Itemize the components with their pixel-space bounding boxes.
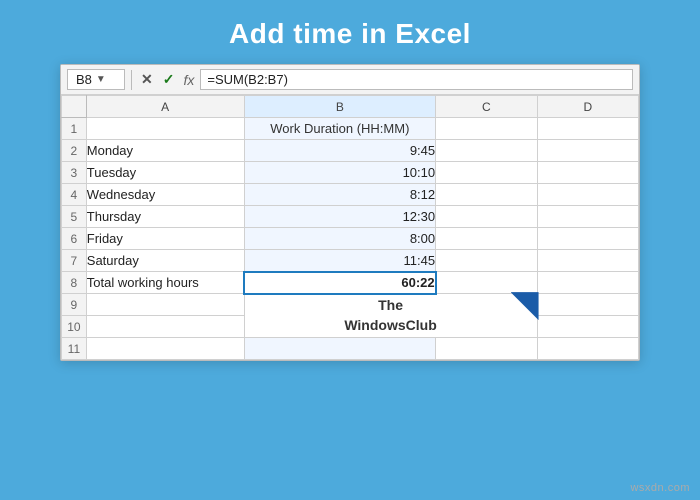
cell-ref-label: B8 <box>76 72 92 87</box>
column-header-row: A B C D <box>62 96 639 118</box>
row-num-4: 4 <box>62 184 87 206</box>
cell-a2[interactable]: Monday <box>86 140 244 162</box>
cell-b2[interactable]: 9:45 <box>244 140 436 162</box>
cell-b4[interactable]: 8:12 <box>244 184 436 206</box>
table-row: 1 Work Duration (HH:MM) <box>62 118 639 140</box>
table-row: 9 The WindowsClub <box>62 294 639 316</box>
cell-b11[interactable] <box>244 338 436 360</box>
col-header-b[interactable]: B <box>244 96 436 118</box>
cell-c7[interactable] <box>436 250 537 272</box>
cell-d3[interactable] <box>537 162 638 184</box>
row-num-5: 5 <box>62 206 87 228</box>
cell-b3[interactable]: 10:10 <box>244 162 436 184</box>
cell-d7[interactable] <box>537 250 638 272</box>
row-num-2: 2 <box>62 140 87 162</box>
table-row: 8 Total working hours 60:22 <box>62 272 639 294</box>
confirm-formula-button[interactable]: ✓ <box>160 71 178 88</box>
cell-b7[interactable]: 11:45 <box>244 250 436 272</box>
cell-a8[interactable]: Total working hours <box>86 272 244 294</box>
row-num-9: 9 <box>62 294 87 316</box>
cancel-formula-button[interactable]: ✕ <box>138 71 156 88</box>
row-num-10: 10 <box>62 316 87 338</box>
watermark-url: wsxdn.com <box>630 482 690 494</box>
formula-bar: B8 ▼ ✕ ✓ fx <box>61 65 639 95</box>
formula-bar-divider <box>131 70 132 90</box>
cell-a9[interactable] <box>86 294 244 316</box>
windowsclub-logo-icon <box>511 292 539 320</box>
cell-c11[interactable] <box>436 338 537 360</box>
row-num-6: 6 <box>62 228 87 250</box>
table-row: 5 Thursday 12:30 <box>62 206 639 228</box>
cell-c1[interactable] <box>436 118 537 140</box>
cell-a1[interactable] <box>86 118 244 140</box>
watermark-line1: The <box>378 296 403 316</box>
table-row: 11 <box>62 338 639 360</box>
watermark: The WindowsClub <box>245 296 537 335</box>
cell-a6[interactable]: Friday <box>86 228 244 250</box>
cell-d2[interactable] <box>537 140 638 162</box>
cell-ref-dropdown-arrow[interactable]: ▼ <box>96 74 106 85</box>
table-row: 3 Tuesday 10:10 <box>62 162 639 184</box>
cell-a5[interactable]: Thursday <box>86 206 244 228</box>
cell-c5[interactable] <box>436 206 537 228</box>
cell-c8[interactable] <box>436 272 537 294</box>
watermark-cell: The WindowsClub <box>244 294 537 338</box>
row-num-1: 1 <box>62 118 87 140</box>
row-num-3: 3 <box>62 162 87 184</box>
cell-a10[interactable] <box>86 316 244 338</box>
col-header-d[interactable]: D <box>537 96 638 118</box>
cell-b6[interactable]: 8:00 <box>244 228 436 250</box>
row-num-8: 8 <box>62 272 87 294</box>
cell-d6[interactable] <box>537 228 638 250</box>
formula-input[interactable] <box>200 69 633 90</box>
cell-d9[interactable] <box>537 294 638 316</box>
cell-reference-box[interactable]: B8 ▼ <box>67 69 125 90</box>
cell-a7[interactable]: Saturday <box>86 250 244 272</box>
page-title: Add time in Excel <box>229 18 471 50</box>
col-header-a[interactable]: A <box>86 96 244 118</box>
cell-d1[interactable] <box>537 118 638 140</box>
cell-d4[interactable] <box>537 184 638 206</box>
table-row: 7 Saturday 11:45 <box>62 250 639 272</box>
corner-cell <box>62 96 87 118</box>
cell-c4[interactable] <box>436 184 537 206</box>
table-row: 6 Friday 8:00 <box>62 228 639 250</box>
col-header-c[interactable]: C <box>436 96 537 118</box>
cell-a11[interactable] <box>86 338 244 360</box>
cell-a4[interactable]: Wednesday <box>86 184 244 206</box>
cell-b1[interactable]: Work Duration (HH:MM) <box>244 118 436 140</box>
spreadsheet-grid: A B C D 1 Work Duration (HH:MM) 2 Monday… <box>61 95 639 360</box>
cell-c6[interactable] <box>436 228 537 250</box>
cell-a3[interactable]: Tuesday <box>86 162 244 184</box>
excel-window: B8 ▼ ✕ ✓ fx A B C D 1 Work Duration (HH:… <box>60 64 640 361</box>
table-row: 2 Monday 9:45 <box>62 140 639 162</box>
cell-d5[interactable] <box>537 206 638 228</box>
table-row: 4 Wednesday 8:12 <box>62 184 639 206</box>
cell-d8[interactable] <box>537 272 638 294</box>
cell-c2[interactable] <box>436 140 537 162</box>
cell-b5[interactable]: 12:30 <box>244 206 436 228</box>
fx-icon: fx <box>183 72 194 88</box>
cell-d10[interactable] <box>537 316 638 338</box>
cell-c3[interactable] <box>436 162 537 184</box>
row-num-7: 7 <box>62 250 87 272</box>
cell-b8-active[interactable]: 60:22 <box>244 272 436 294</box>
row-num-11: 11 <box>62 338 87 360</box>
watermark-line2: WindowsClub <box>344 316 436 336</box>
cell-d11[interactable] <box>537 338 638 360</box>
